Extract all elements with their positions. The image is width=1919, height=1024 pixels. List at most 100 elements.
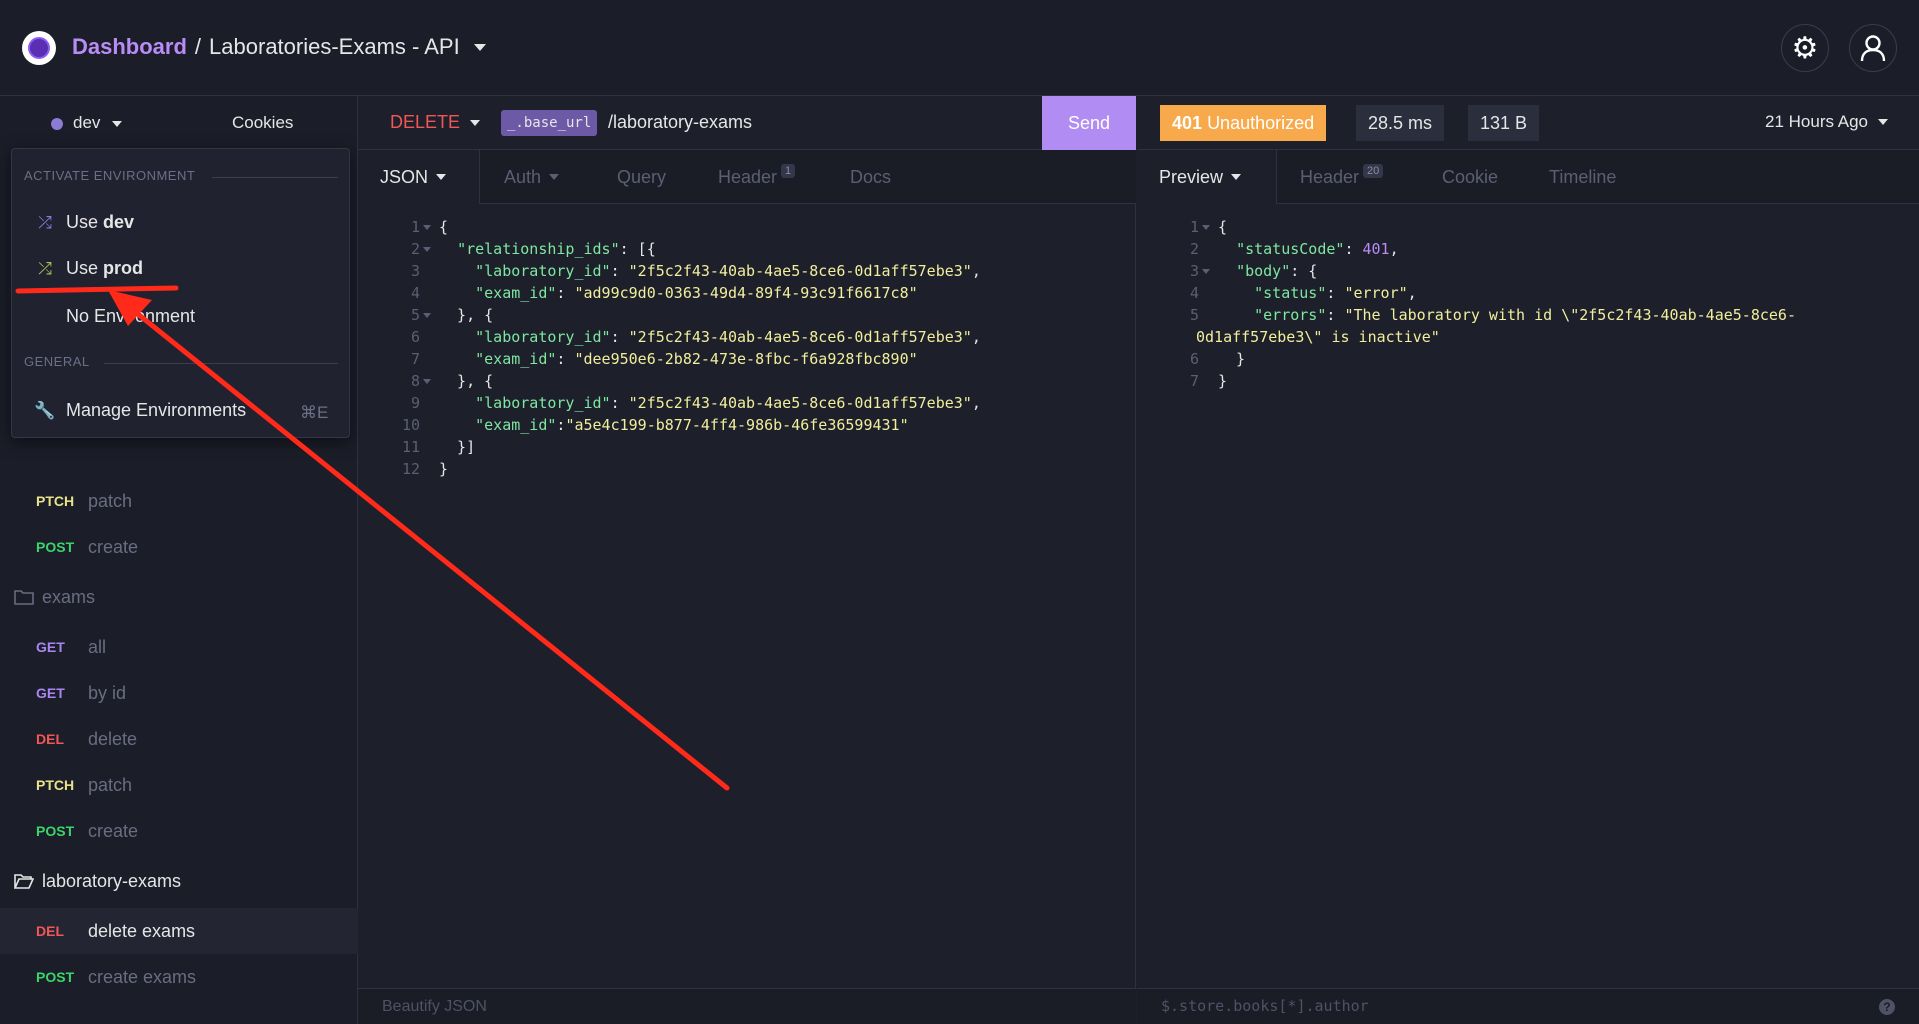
tab-label: JSON xyxy=(380,166,429,187)
account-button[interactable] xyxy=(1849,24,1897,72)
request-item[interactable]: DEL delete xyxy=(0,716,358,762)
code-line: 8 }, { xyxy=(410,372,494,390)
breadcrumb: Dashboard / Laboratories-Exams - API xyxy=(72,34,486,60)
request-footer: Beautify JSON xyxy=(358,988,1136,1024)
chevron-down-icon xyxy=(470,119,481,126)
folder-open-icon xyxy=(14,874,34,889)
tab-preview[interactable]: Preview xyxy=(1137,150,1277,204)
tab-label: Cookie xyxy=(1442,166,1499,187)
code-line: 4 "exam_id": "ad99c9d0-0363-49d4-89f4-93… xyxy=(410,284,918,302)
environment-dot-icon xyxy=(51,118,63,130)
request-item[interactable]: POST create xyxy=(0,808,358,854)
tab-label: Query xyxy=(617,166,667,187)
response-filter-input[interactable]: $.store.books[*].author xyxy=(1161,997,1369,1015)
request-name: delete exams xyxy=(88,920,196,941)
tab-response-header[interactable]: Header 20 xyxy=(1300,150,1384,204)
header-count-badge: 1 xyxy=(781,164,796,178)
app-logo-icon[interactable] xyxy=(22,31,56,65)
help-icon[interactable]: ? xyxy=(1879,999,1895,1015)
tab-query[interactable]: Query xyxy=(617,150,666,204)
chevron-down-icon[interactable] xyxy=(112,121,122,127)
request-item[interactable]: GET all xyxy=(0,624,358,670)
manage-environments-item[interactable]: 🔧 Manage Environments xyxy=(34,400,246,421)
method-label: DELETE xyxy=(390,112,461,132)
gear-icon: ⚙ xyxy=(1791,31,1819,65)
request-name: all xyxy=(88,636,107,657)
request-name: patch xyxy=(88,490,133,511)
tab-docs[interactable]: Docs xyxy=(850,150,891,204)
request-item[interactable]: PTCH patch xyxy=(0,762,358,808)
url-input[interactable]: /laboratory-exams xyxy=(608,112,752,133)
chevron-down-icon[interactable] xyxy=(473,43,486,51)
folder-label: exams xyxy=(42,586,96,607)
tab-timeline[interactable]: Timeline xyxy=(1549,150,1616,204)
tab-json[interactable]: JSON xyxy=(358,150,480,204)
code-line: 11 }] xyxy=(401,438,476,456)
method-badge: POST xyxy=(36,969,75,985)
project-name[interactable]: Laboratories-Exams - API xyxy=(209,34,460,60)
folder-laboratory-exams[interactable]: laboratory-exams xyxy=(14,858,181,904)
breadcrumb-separator: / xyxy=(194,34,202,59)
history-dropdown[interactable]: 21 Hours Ago xyxy=(1765,112,1889,132)
code-line: 10 "exam_id":"a5e4c199-b877-4ff4-986b-46… xyxy=(401,416,909,434)
request-name: by id xyxy=(88,682,127,703)
no-environment-label: No Environment xyxy=(66,306,196,326)
status-badge: 401 Unauthorized xyxy=(1160,105,1327,141)
request-tabs: JSON Auth Query Header 1 Docs xyxy=(358,150,1136,204)
env-name: dev xyxy=(103,212,135,232)
tab-label: Timeline xyxy=(1549,166,1617,187)
method-badge: GET xyxy=(36,685,65,701)
use-prod-item[interactable]: ⤮ Use prod xyxy=(34,258,143,279)
code-line: 3 "laboratory_id": "2f5c2f43-40ab-4ae5-8… xyxy=(410,262,981,280)
divider xyxy=(212,177,338,178)
settings-button[interactable]: ⚙ xyxy=(1781,24,1829,72)
use-label: Use xyxy=(66,258,99,278)
tab-auth[interactable]: Auth xyxy=(504,150,560,204)
method-badge: PTCH xyxy=(36,777,75,793)
request-item[interactable]: PTCH patch xyxy=(0,478,358,524)
method-badge: POST xyxy=(36,539,75,555)
request-pane: DELETE _.base_url /laboratory-exams Send… xyxy=(358,96,1136,1024)
response-time: 28.5 ms xyxy=(1356,105,1445,141)
method-selector[interactable]: DELETE xyxy=(390,112,481,133)
no-environment-item[interactable]: No Environment xyxy=(66,306,195,327)
folder-exams[interactable]: exams xyxy=(14,574,95,620)
tab-label: Docs xyxy=(850,166,892,187)
use-dev-item[interactable]: ⤮ Use dev xyxy=(34,212,134,233)
request-item[interactable]: GET by id xyxy=(0,670,358,716)
environment-selector[interactable]: dev xyxy=(73,113,100,133)
code-line: 1{ xyxy=(410,218,449,236)
environment-row: dev Cookies xyxy=(0,96,358,150)
tab-label: Auth xyxy=(504,166,542,187)
request-item-active[interactable]: DEL delete exams xyxy=(0,908,358,954)
request-body-editor[interactable]: 1{2 "relationship_ids": [{3 "laboratory_… xyxy=(358,216,1136,480)
manage-environments-label: Manage Environments xyxy=(66,400,247,420)
response-tabs: Preview Header 20 Cookie Timeline xyxy=(1137,150,1919,204)
response-footer: $.store.books[*].author ? xyxy=(1137,988,1919,1024)
request-name: create exams xyxy=(88,966,197,987)
dashboard-link[interactable]: Dashboard xyxy=(72,34,187,60)
base-url-variable[interactable]: _.base_url xyxy=(501,110,598,136)
status-code-value: 401 xyxy=(1362,240,1390,258)
tab-label: Header xyxy=(718,166,778,187)
request-item[interactable]: POST create exams xyxy=(0,954,358,1000)
user-icon xyxy=(1860,35,1886,62)
chevron-down-icon xyxy=(436,174,447,180)
beautify-json-button[interactable]: Beautify JSON xyxy=(382,998,487,1016)
request-name: create xyxy=(88,820,139,841)
response-preview: 1{ 2 "statusCode": 401, 3 "body": { 4 "s… xyxy=(1189,218,1796,390)
code-line: 7 "exam_id": "dee950e6-2b82-473e-8fbc-f6… xyxy=(410,350,918,368)
section-activate-environment: ACTIVATE ENVIRONMENT xyxy=(24,168,196,183)
method-badge: GET xyxy=(36,639,65,655)
divider xyxy=(104,363,338,364)
tab-cookie[interactable]: Cookie xyxy=(1442,150,1498,204)
environment-dropdown: ACTIVATE ENVIRONMENT ⤮ Use dev ⤮ Use pro… xyxy=(11,148,350,438)
chevron-down-icon xyxy=(1231,174,1242,180)
keyboard-shortcut: ⌘E xyxy=(300,403,329,422)
tab-header[interactable]: Header 1 xyxy=(718,150,796,204)
shuffle-icon: ⤮ xyxy=(38,212,52,232)
request-item[interactable]: POST create xyxy=(0,524,358,570)
cookies-button[interactable]: Cookies xyxy=(232,113,293,133)
send-button[interactable]: Send xyxy=(1042,96,1136,150)
tab-label: Preview xyxy=(1159,166,1224,187)
